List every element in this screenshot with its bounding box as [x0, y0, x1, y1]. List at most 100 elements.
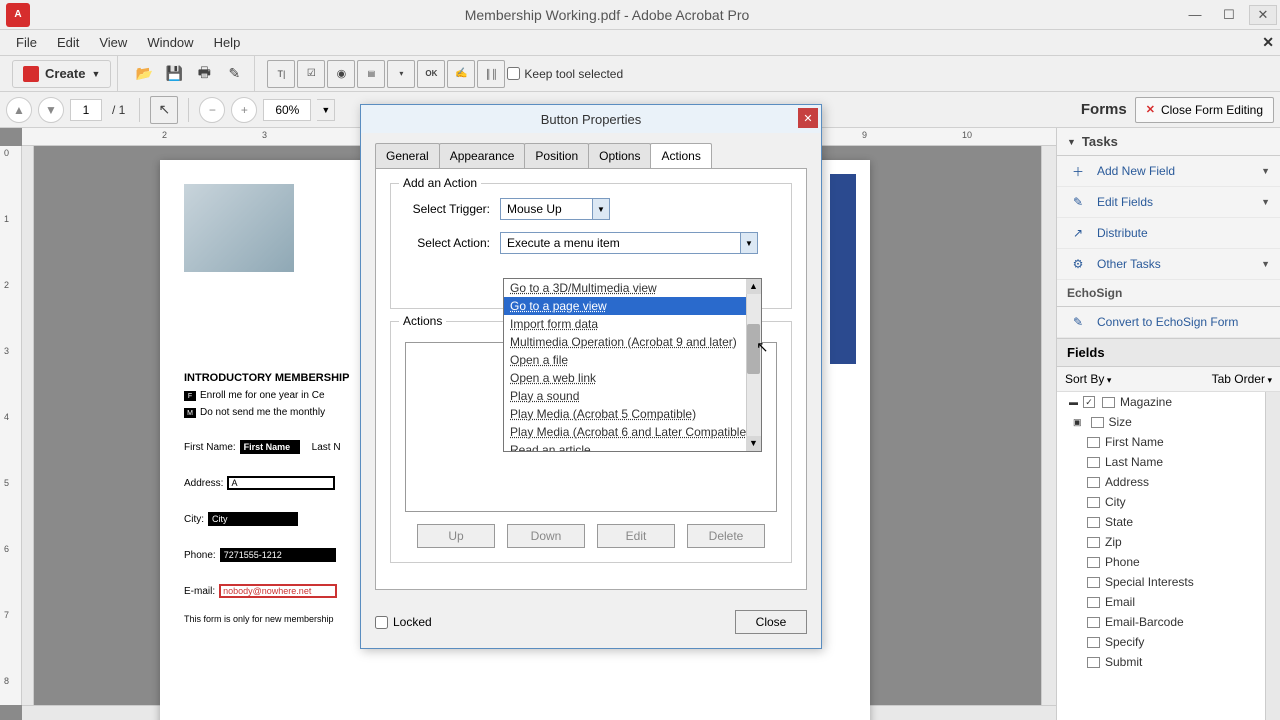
signature-icon[interactable]: ✍	[447, 60, 475, 88]
field-item-lastname[interactable]: Last Name	[1057, 452, 1280, 472]
edit-icon[interactable]: ✎	[220, 60, 248, 88]
menu-window[interactable]: Window	[137, 31, 203, 54]
field-item-state[interactable]: State	[1057, 512, 1280, 532]
close-button[interactable]: ✕	[1249, 5, 1277, 25]
menu-file[interactable]: File	[6, 31, 47, 54]
close-button[interactable]: Close	[735, 610, 807, 634]
email-field[interactable]	[219, 584, 337, 598]
delete-button[interactable]: Delete	[687, 524, 765, 548]
field-item-address[interactable]: Address	[1057, 472, 1280, 492]
page-down-button[interactable]: ▼	[38, 97, 64, 123]
tasks-header[interactable]: Tasks	[1057, 128, 1280, 156]
scroll-thumb[interactable]	[747, 324, 760, 374]
phone-field[interactable]	[220, 548, 336, 562]
scroll-up-icon[interactable]: ▲	[746, 279, 761, 294]
cursor-icon[interactable]: ↖	[150, 96, 178, 124]
listbox-icon[interactable]: ▤	[357, 60, 385, 88]
dropdown-item[interactable]: Multimedia Operation (Acrobat 9 and late…	[504, 333, 761, 351]
down-button[interactable]: Down	[507, 524, 585, 548]
create-button[interactable]: Create ▼	[12, 60, 111, 88]
sort-by-dropdown[interactable]: Sort By	[1065, 372, 1111, 386]
field-item-zip[interactable]: Zip	[1057, 532, 1280, 552]
field-item-phone[interactable]: Phone	[1057, 552, 1280, 572]
address-field[interactable]	[227, 476, 335, 490]
save-icon[interactable]: 💾	[160, 60, 188, 88]
dropdown-scrollbar[interactable]: ▲ ▼	[746, 279, 761, 451]
field-item-submit[interactable]: Submit	[1057, 652, 1280, 672]
task-add-new-field[interactable]: ＋Add New Field▼	[1057, 156, 1280, 187]
scrollbar-vertical[interactable]	[1041, 146, 1056, 705]
dropdown-item-highlighted[interactable]: Go to a page view	[504, 297, 761, 315]
menu-view[interactable]: View	[89, 31, 137, 54]
field-tree-root[interactable]: ▬✓Magazine	[1057, 392, 1280, 412]
field-item-emailbarcode[interactable]: Email-Barcode	[1057, 612, 1280, 632]
page-input[interactable]	[70, 99, 102, 121]
minimize-button[interactable]: —	[1181, 5, 1209, 25]
scroll-down-icon[interactable]: ▼	[746, 436, 761, 451]
page-image	[184, 184, 294, 272]
field-item-specify[interactable]: Specify	[1057, 632, 1280, 652]
field-item-email[interactable]: Email	[1057, 592, 1280, 612]
menu-edit[interactable]: Edit	[47, 31, 89, 54]
radio-icon[interactable]: ◉	[327, 60, 355, 88]
dropdown-item[interactable]: Open a web link	[504, 369, 761, 387]
field-item-city[interactable]: City	[1057, 492, 1280, 512]
action-dropdown-list[interactable]: Go to a 3D/Multimedia view Go to a page …	[503, 278, 762, 452]
dropdown-item[interactable]: Read an article	[504, 441, 761, 451]
tab-options[interactable]: Options	[588, 143, 651, 168]
field-item-firstname[interactable]: First Name	[1057, 432, 1280, 452]
menu-help[interactable]: Help	[204, 31, 251, 54]
field-icon	[1087, 657, 1100, 668]
open-icon[interactable]: 📂	[130, 60, 158, 88]
dialog-title: Button Properties ✕	[361, 105, 821, 133]
fields-header[interactable]: Fields	[1057, 338, 1280, 367]
combobox-icon[interactable]: ▾	[387, 60, 415, 88]
city-field[interactable]	[208, 512, 298, 526]
locked-checkbox[interactable]: Locked	[375, 615, 432, 629]
field-item-size[interactable]: ▣Size	[1057, 412, 1280, 432]
tab-position[interactable]: Position	[524, 143, 589, 168]
text-field-icon[interactable]: T|	[267, 60, 295, 88]
field-item-special[interactable]: Special Interests	[1057, 572, 1280, 592]
ruler-tick: 1	[4, 214, 9, 224]
zoom-dropdown-icon[interactable]: ▼	[317, 99, 335, 121]
tab-order-dropdown[interactable]: Tab Order	[1212, 372, 1272, 386]
keep-tool-checkbox[interactable]: Keep tool selected	[507, 67, 623, 81]
barcode-icon[interactable]: ║║	[477, 60, 505, 88]
dialog-close-button[interactable]: ✕	[798, 108, 818, 128]
maximize-button[interactable]: ☐	[1215, 5, 1243, 25]
edit-button[interactable]: Edit	[597, 524, 675, 548]
checkbox-icon[interactable]: ☑	[297, 60, 325, 88]
close-form-editing-button[interactable]: Close Form Editing	[1135, 97, 1274, 123]
zoom-in-button[interactable]: +	[231, 97, 257, 123]
dropdown-item[interactable]: Go to a 3D/Multimedia view	[504, 279, 761, 297]
dropdown-item[interactable]: Play Media (Acrobat 5 Compatible)	[504, 405, 761, 423]
chevron-down-icon: ▼	[1261, 259, 1270, 269]
print-icon[interactable]: 🖶	[190, 60, 218, 88]
task-distribute[interactable]: ↗Distribute	[1057, 218, 1280, 249]
trigger-select[interactable]: Mouse Up ▼	[500, 198, 610, 220]
tab-appearance[interactable]: Appearance	[439, 143, 526, 168]
fields-scrollbar[interactable]	[1265, 392, 1280, 720]
button-field-icon[interactable]: OK	[417, 60, 445, 88]
dropdown-item[interactable]: Play Media (Acrobat 6 and Later Compatib…	[504, 423, 761, 441]
zoom-input[interactable]	[263, 99, 311, 121]
page-up-button[interactable]: ▲	[6, 97, 32, 123]
task-convert-echosign[interactable]: ✎Convert to EchoSign Form	[1057, 307, 1280, 338]
first-name-field[interactable]	[240, 440, 300, 454]
tab-actions[interactable]: Actions	[650, 143, 711, 168]
action-select[interactable]: Execute a menu item ▼	[500, 232, 758, 254]
task-edit-fields[interactable]: ✎Edit Fields▼	[1057, 187, 1280, 218]
task-other[interactable]: ⚙Other Tasks▼	[1057, 249, 1280, 280]
document-close-icon[interactable]: ✕	[1262, 34, 1274, 51]
nav-pane-strip[interactable]	[22, 146, 34, 705]
forms-panel-label: Forms	[1081, 101, 1127, 118]
dropdown-item[interactable]: Play a sound	[504, 387, 761, 405]
zoom-out-button[interactable]: −	[199, 97, 225, 123]
close-form-label: Close Form Editing	[1161, 103, 1263, 117]
field-icon	[1087, 517, 1100, 528]
dropdown-item[interactable]: Import form data	[504, 315, 761, 333]
dropdown-item[interactable]: Open a file	[504, 351, 761, 369]
tab-general[interactable]: General	[375, 143, 440, 168]
up-button[interactable]: Up	[417, 524, 495, 548]
